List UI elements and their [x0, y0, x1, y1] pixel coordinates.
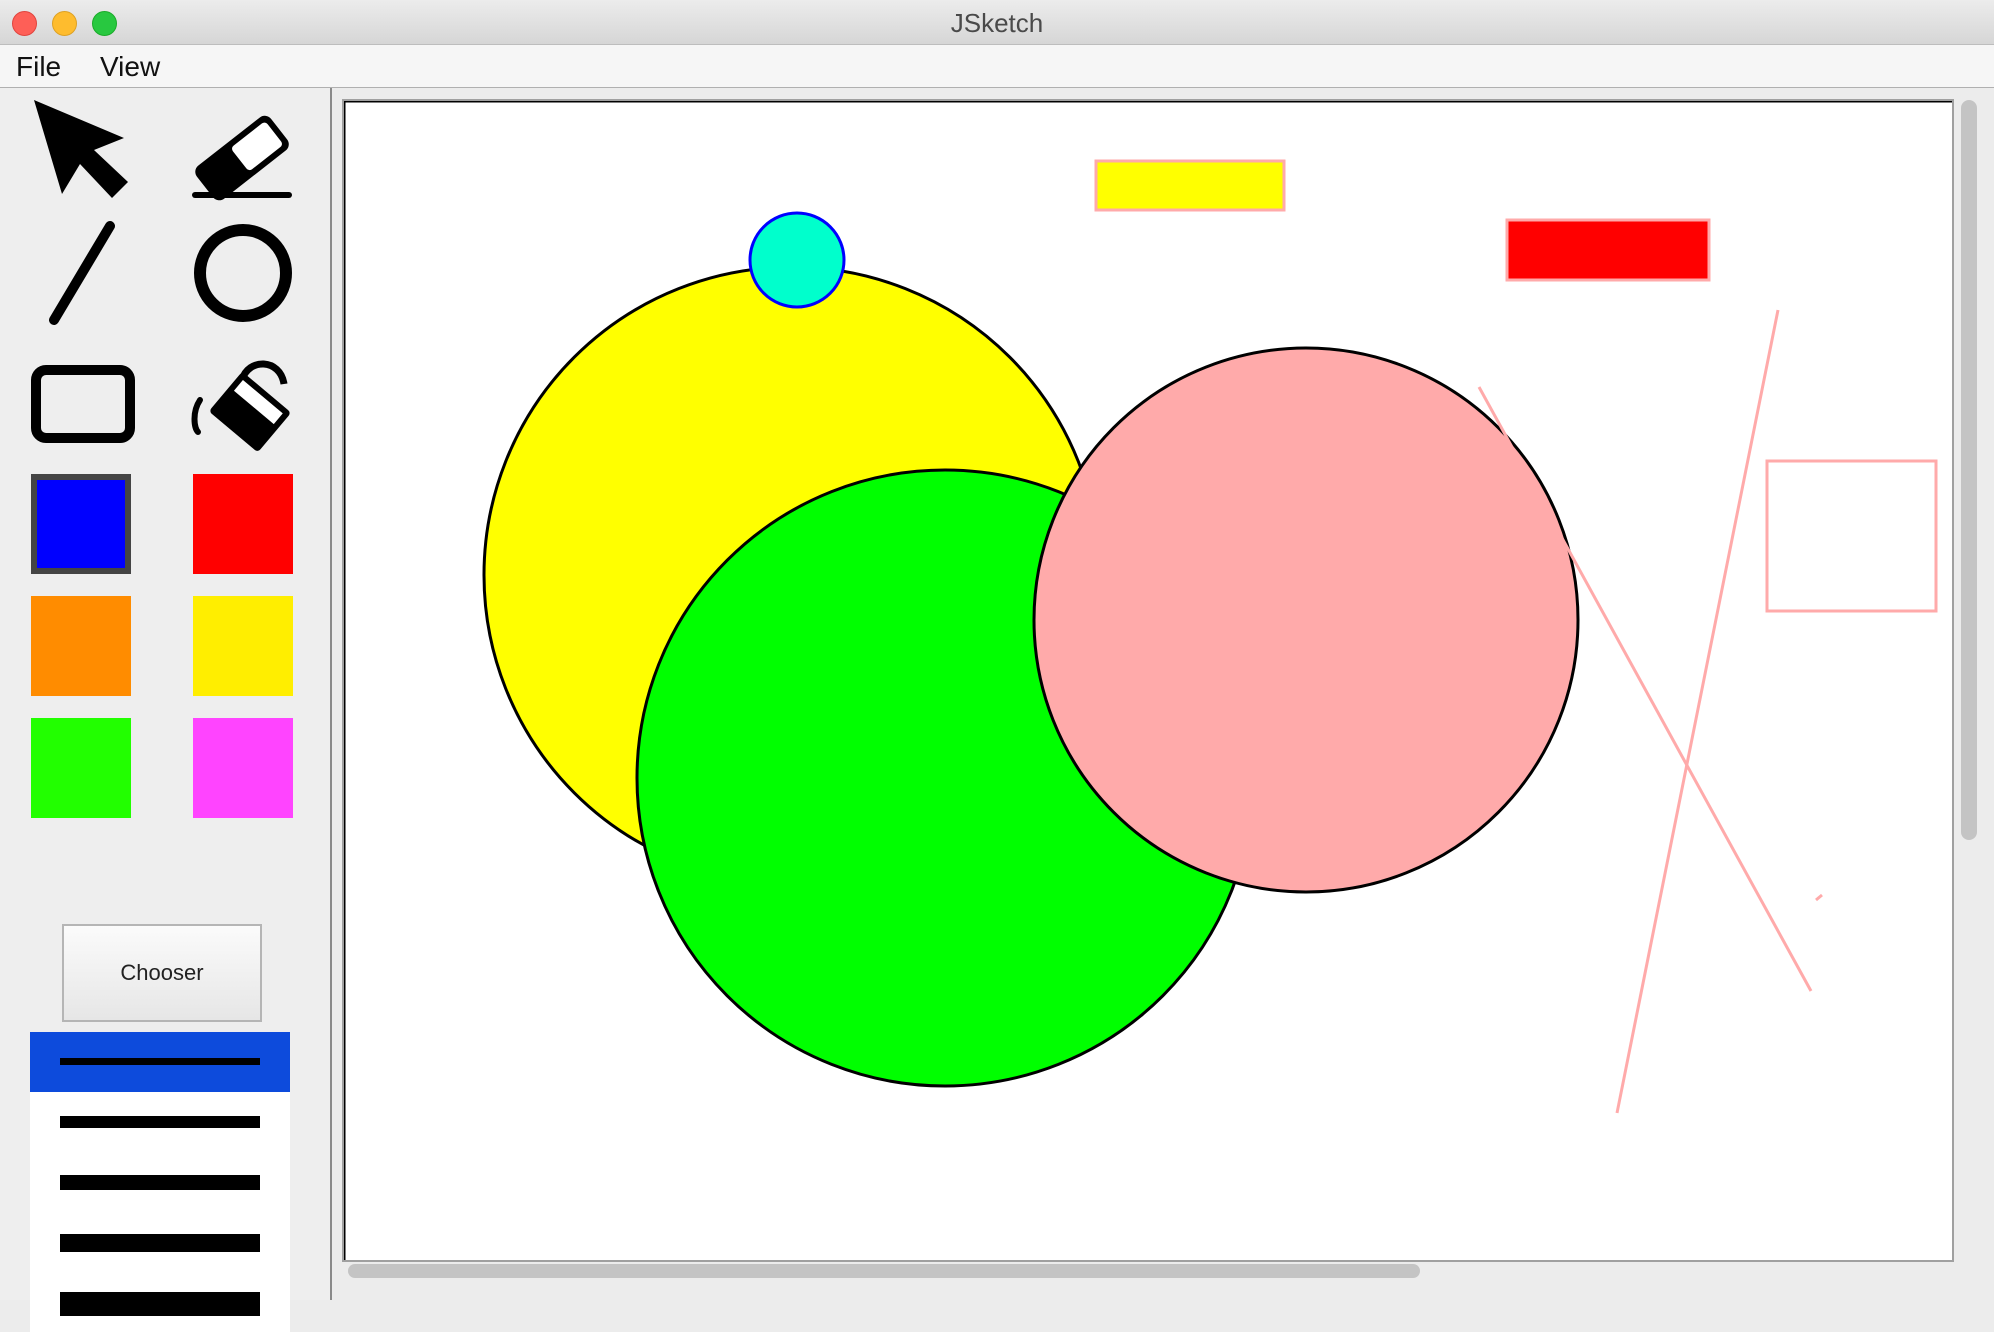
- color-swatch-orange[interactable]: [31, 596, 131, 696]
- horizontal-scrollbar[interactable]: [348, 1264, 1420, 1278]
- color-swatch-yellow[interactable]: [193, 596, 293, 696]
- eraser-icon: [192, 115, 292, 201]
- line-icon: [49, 221, 115, 325]
- line-weight-option-5[interactable]: [30, 1272, 290, 1332]
- select-icon: [34, 100, 128, 198]
- rectangle-tool-button[interactable]: [28, 348, 138, 458]
- eraser-tool-button[interactable]: [188, 96, 298, 206]
- window-title: JSketch: [950, 8, 1044, 38]
- line-weight-option-1[interactable]: [30, 1032, 290, 1092]
- title-bar: JSketch: [0, 0, 1994, 45]
- line-tool-button[interactable]: [28, 218, 138, 328]
- menu-bar: File View: [0, 45, 1994, 88]
- drawing-canvas[interactable]: [342, 99, 1954, 1262]
- fill-bucket-icon: [191, 360, 290, 451]
- circle-icon: [194, 224, 292, 322]
- shape-rectangle-outline[interactable]: [1765, 459, 1938, 613]
- shape-rectangle-yellow[interactable]: [1094, 159, 1286, 212]
- shape-rectangle-red[interactable]: [1505, 218, 1711, 282]
- color-swatch-blue[interactable]: [31, 474, 131, 574]
- color-swatch-green[interactable]: [31, 718, 131, 818]
- rectangle-icon: [31, 365, 135, 443]
- shape-line-3[interactable]: [1815, 893, 1823, 902]
- shape-circle-pink[interactable]: [1032, 346, 1580, 894]
- color-swatch-magenta[interactable]: [193, 718, 293, 818]
- circle-tool-button[interactable]: [188, 218, 298, 328]
- shape-circle-cyan[interactable]: [748, 211, 846, 309]
- line-weight-option-3[interactable]: [30, 1152, 290, 1212]
- select-tool-button[interactable]: [28, 96, 138, 206]
- color-chooser-button[interactable]: Chooser: [62, 924, 262, 1022]
- line-weight-list: [30, 1032, 290, 1332]
- shape-line-1[interactable]: [1615, 309, 1780, 1114]
- line-weight-option-2[interactable]: [30, 1092, 290, 1152]
- canvas-surface[interactable]: [344, 101, 1952, 1260]
- color-swatch-red[interactable]: [193, 474, 293, 574]
- tool-palette: Chooser: [0, 88, 332, 1332]
- menu-file[interactable]: File: [16, 51, 61, 83]
- vertical-scrollbar[interactable]: [1961, 100, 1977, 840]
- menu-view[interactable]: View: [100, 51, 160, 83]
- fill-tool-button[interactable]: [188, 348, 298, 458]
- line-weight-option-4[interactable]: [30, 1212, 290, 1272]
